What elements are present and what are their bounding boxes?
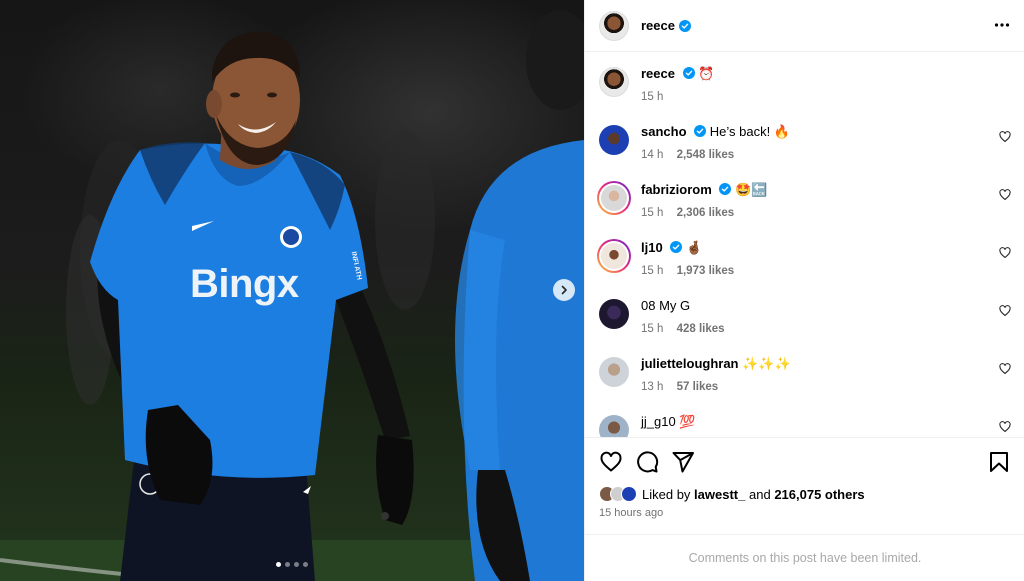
verified-badge-icon bbox=[719, 183, 732, 195]
comment-text: ✨✨✨ bbox=[742, 356, 791, 371]
comment-time[interactable]: 15 h bbox=[641, 323, 663, 335]
comment-row: sancho He’s back! 🔥 14 h 2,548 likes bbox=[599, 123, 1019, 164]
carousel-dot bbox=[294, 562, 299, 567]
comment-icon[interactable] bbox=[635, 450, 659, 474]
comment-likes[interactable]: 1,973 likes bbox=[677, 265, 735, 277]
carousel-dot bbox=[276, 562, 281, 567]
comment-like-heart-icon[interactable] bbox=[999, 247, 1011, 259]
comment-likes[interactable]: 428 likes bbox=[677, 323, 725, 335]
commenter-avatar[interactable] bbox=[599, 415, 629, 437]
commenter-avatar[interactable] bbox=[597, 239, 631, 273]
comment-time[interactable]: 13 h bbox=[641, 381, 663, 393]
comment-time[interactable]: 15 h bbox=[641, 207, 663, 219]
bookmark-icon[interactable] bbox=[987, 450, 1011, 474]
verified-badge-icon bbox=[682, 67, 695, 79]
liked-by-and: and bbox=[748, 486, 771, 502]
liked-by-prefix: Liked by bbox=[642, 486, 691, 502]
send-icon[interactable] bbox=[671, 450, 695, 474]
carousel-indicator bbox=[276, 562, 308, 567]
jersey-sponsor-text: Bingx bbox=[190, 262, 299, 306]
commenter-avatar[interactable] bbox=[597, 181, 631, 215]
chevron-right-icon bbox=[561, 285, 567, 295]
comment-username[interactable]: sancho bbox=[641, 124, 687, 139]
comments-limited-notice: Comments on this post have been limited. bbox=[585, 534, 1024, 581]
heart-icon[interactable] bbox=[599, 450, 623, 474]
comment-text: 🤞🏾 bbox=[685, 240, 703, 255]
next-media-button[interactable] bbox=[553, 279, 575, 301]
comment-like-heart-icon[interactable] bbox=[999, 131, 1011, 143]
comment-like-heart-icon[interactable] bbox=[999, 363, 1011, 375]
comment-row: 08 My G 15 h 428 likes bbox=[599, 297, 1019, 338]
verified-badge-icon bbox=[694, 125, 707, 137]
comment-row: lj10 🤞🏾 15 h 1,973 likes bbox=[599, 239, 1019, 280]
comment-row: julietteloughran ✨✨✨ 13 h 57 likes bbox=[599, 355, 1019, 396]
post-actions: Liked by lawestt_ and 216,075 others 15 … bbox=[585, 437, 1024, 534]
comment-username[interactable]: lj10 bbox=[641, 240, 663, 255]
comment-like-heart-icon[interactable] bbox=[999, 305, 1011, 317]
post-detail-pane: reece reece ⏰ 15 h sancho He’s back! 🔥 1… bbox=[584, 0, 1024, 581]
comment-username[interactable]: julietteloughran bbox=[641, 356, 739, 371]
author-avatar[interactable] bbox=[599, 10, 629, 41]
liked-by-user[interactable]: lawestt_ bbox=[694, 487, 745, 502]
comment-likes[interactable]: 2,548 likes bbox=[677, 149, 735, 161]
likes-count[interactable]: 216,075 others bbox=[774, 487, 864, 502]
carousel-dot bbox=[285, 562, 290, 567]
comment-likes[interactable]: 57 likes bbox=[677, 381, 719, 393]
caption-time[interactable]: 15 h bbox=[641, 91, 663, 103]
more-options-button[interactable] bbox=[994, 17, 1010, 38]
comments-list[interactable]: reece ⏰ 15 h sancho He’s back! 🔥 14 h 2,… bbox=[585, 53, 1024, 437]
liker-avatar bbox=[621, 486, 637, 502]
comment-like-heart-icon[interactable] bbox=[999, 421, 1011, 433]
caption-username[interactable]: reece bbox=[641, 66, 675, 81]
comment-username[interactable]: 08 bbox=[641, 298, 655, 313]
verified-badge-icon bbox=[678, 19, 691, 32]
liked-by-summary[interactable]: Liked by lawestt_ and 216,075 others bbox=[599, 486, 865, 502]
post-photo: bing Bingx INFI ATH bbox=[0, 10, 584, 581]
comment-username[interactable]: fabriziorom bbox=[641, 182, 712, 197]
more-horizontal-icon bbox=[994, 23, 1010, 27]
comment-time[interactable]: 15 h bbox=[641, 265, 663, 277]
comment-text: 🤩🔙 bbox=[735, 182, 768, 197]
comment-likes[interactable]: 2,306 likes bbox=[677, 207, 735, 219]
comment-text: 💯 bbox=[679, 414, 696, 429]
commenter-avatar[interactable] bbox=[599, 125, 629, 155]
comment-row: fabriziorom 🤩🔙 15 h 2,306 likes bbox=[599, 181, 1019, 222]
post-timestamp[interactable]: 15 hours ago bbox=[599, 507, 663, 519]
comment-text: He’s back! 🔥 bbox=[709, 124, 791, 139]
post-header: reece bbox=[585, 0, 1024, 52]
comment-like-heart-icon[interactable] bbox=[999, 189, 1011, 201]
author-username[interactable]: reece bbox=[641, 18, 675, 33]
post-media[interactable]: bing Bingx INFI ATH bbox=[0, 0, 584, 581]
commenter-avatar[interactable] bbox=[599, 357, 629, 387]
comment-row: jj_g10 💯 bbox=[599, 413, 1019, 437]
comment-text: My G bbox=[659, 298, 691, 313]
verified-badge-icon bbox=[670, 241, 683, 253]
commenter-avatar[interactable] bbox=[599, 299, 629, 329]
carousel-dot bbox=[303, 562, 308, 567]
caption: reece ⏰ 15 h bbox=[599, 65, 1019, 106]
comment-username[interactable]: jj_g10 bbox=[641, 414, 676, 429]
caption-text: ⏰ bbox=[698, 66, 715, 81]
comment-time[interactable]: 14 h bbox=[641, 149, 663, 161]
author-avatar[interactable] bbox=[599, 67, 629, 97]
